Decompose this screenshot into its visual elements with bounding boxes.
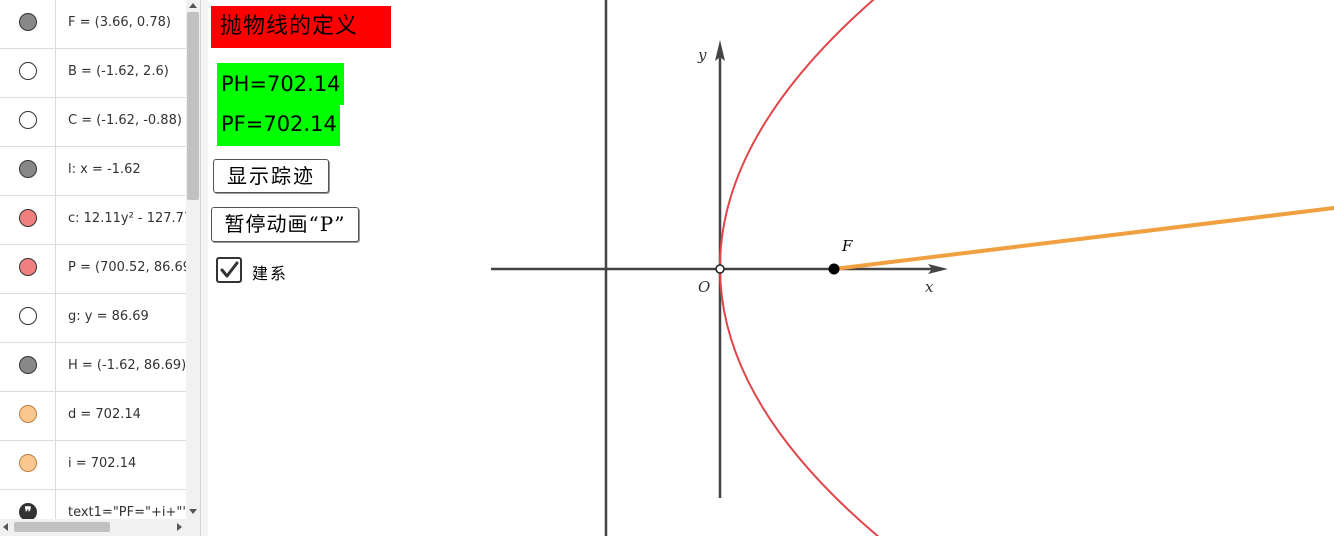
graphics-canvas[interactable]: y x O F	[208, 0, 1334, 536]
algebra-row-text[interactable]: F = (3.66, 0.78)	[68, 0, 171, 46]
algebra-row[interactable]: B = (-1.62, 2.6)	[0, 49, 186, 98]
scroll-right-arrow-icon[interactable]	[177, 523, 182, 531]
algebra-row[interactable]: l: x = -1.62	[0, 147, 186, 196]
checkbox-label[interactable]: 建系	[252, 260, 288, 284]
marble-cell	[0, 245, 56, 293]
algebra-row[interactable]: d = 702.14	[0, 392, 186, 441]
marble-cell	[0, 441, 56, 489]
algebra-view: F = (3.66, 0.78) B = (-1.62, 2.6) C = (-…	[0, 0, 200, 536]
visibility-marble-icon[interactable]	[19, 209, 37, 227]
visibility-marble-icon[interactable]	[19, 258, 37, 276]
scroll-down-arrow-icon[interactable]	[189, 509, 197, 514]
algebra-row-text[interactable]: H = (-1.62, 86.69)	[68, 343, 186, 389]
marble-cell	[0, 392, 56, 440]
y-axis-label: y	[697, 46, 707, 64]
marble-cell	[0, 98, 56, 146]
segment-pf[interactable]	[832, 206, 1334, 271]
marble-cell	[0, 294, 56, 342]
algebra-row[interactable]: P = (700.52, 86.69)	[0, 245, 196, 294]
visibility-marble-icon[interactable]	[19, 160, 37, 178]
geogebra-app: F = (3.66, 0.78) B = (-1.62, 2.6) C = (-…	[0, 0, 1334, 536]
ph-value-text: PH=702.14	[217, 63, 344, 105]
marble-cell	[0, 0, 56, 48]
visibility-marble-icon[interactable]	[19, 13, 37, 31]
origin-point[interactable]	[715, 264, 725, 274]
checkmark-icon	[220, 261, 239, 278]
view-splitter[interactable]	[200, 0, 208, 536]
graphics-view[interactable]: y x O F	[208, 0, 1334, 536]
coordinate-system-checkbox[interactable]	[216, 257, 242, 283]
algebra-row-text[interactable]: B = (-1.62, 2.6)	[68, 49, 169, 95]
marble-cell	[0, 147, 56, 195]
title-text-box: 抛物线的定义	[211, 6, 391, 48]
algebra-row[interactable]: C = (-1.62, -0.88)	[0, 98, 186, 147]
visibility-marble-icon[interactable]	[19, 62, 37, 80]
algebra-list: F = (3.66, 0.78) B = (-1.62, 2.6) C = (-…	[0, 0, 200, 536]
show-trace-button[interactable]: 显示踪迹	[213, 159, 329, 193]
marble-cell	[0, 196, 56, 244]
algebra-row[interactable]: c: 12.11y² - 127.77x	[0, 196, 200, 245]
focus-label: F	[841, 237, 853, 255]
algebra-row-text[interactable]: c: 12.11y² - 127.77x	[68, 196, 200, 242]
visibility-marble-icon[interactable]	[19, 454, 37, 472]
visibility-marble-icon[interactable]	[19, 356, 37, 374]
algebra-row-text[interactable]: g: y = 86.69	[68, 294, 149, 340]
algebra-row[interactable]: g: y = 86.69	[0, 294, 186, 343]
marble-cell	[0, 49, 56, 97]
algebra-row-text[interactable]: i = 702.14	[68, 441, 136, 487]
algebra-row-text[interactable]: d = 702.14	[68, 392, 141, 438]
vertical-scrollbar-thumb[interactable]	[187, 12, 199, 200]
marble-cell	[0, 343, 56, 391]
scroll-up-arrow-icon[interactable]	[189, 3, 197, 8]
pause-animation-button[interactable]: 暂停动画“P”	[211, 207, 359, 242]
visibility-marble-icon[interactable]	[19, 405, 37, 423]
scroll-left-arrow-icon[interactable]	[3, 523, 8, 531]
algebra-row[interactable]: F = (3.66, 0.78)	[0, 0, 186, 49]
algebra-row-text[interactable]: l: x = -1.62	[68, 147, 141, 193]
algebra-row-text[interactable]: P = (700.52, 86.69)	[68, 245, 196, 291]
algebra-row-text[interactable]: C = (-1.62, -0.88)	[68, 98, 182, 144]
visibility-marble-icon[interactable]	[19, 111, 37, 129]
x-axis-label: x	[925, 278, 934, 296]
algebra-row[interactable]: i = 702.14	[0, 441, 186, 490]
visibility-marble-icon[interactable]	[19, 307, 37, 325]
origin-label: O	[698, 278, 710, 296]
algebra-row[interactable]: H = (-1.62, 86.69)	[0, 343, 186, 392]
horizontal-scrollbar-thumb[interactable]	[14, 522, 110, 532]
focus-point[interactable]	[828, 263, 840, 275]
pf-value-text: PF=702.14	[217, 105, 340, 146]
